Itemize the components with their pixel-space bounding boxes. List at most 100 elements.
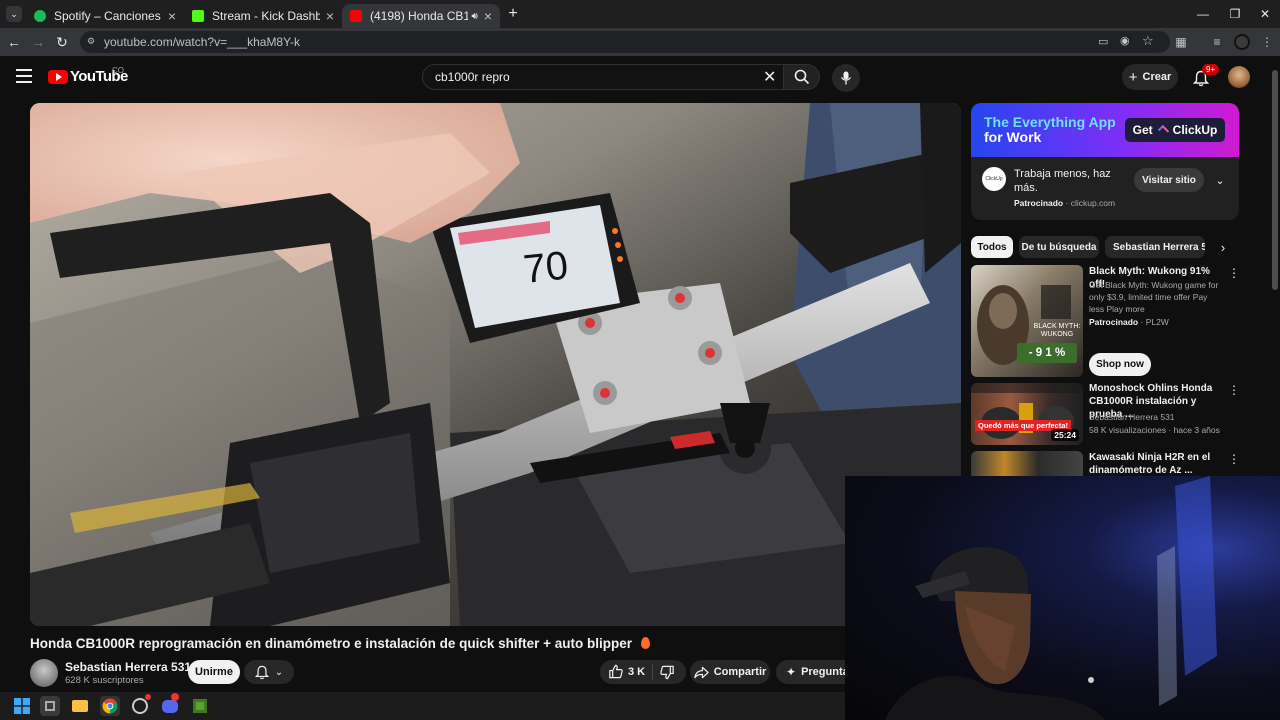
join-button[interactable]: Unirme [188,660,240,684]
like-divider [652,664,653,680]
ask-button[interactable]: ✦ Preguntar [776,660,856,684]
reload-button[interactable]: ↻ [52,32,72,52]
speaker-icon[interactable]: 🔊︎ [472,11,478,22]
clear-search-icon[interactable]: ✕ [763,67,776,87]
spotify-icon [34,10,46,22]
rec-sponsor-line: Patrocinado · PL2W [1089,317,1169,327]
video-player[interactable]: 70 [30,103,961,626]
rec-title[interactable]: Kawasaki Ninja H2R en el dinamómetro de … [1089,451,1223,477]
like-dislike-group: 3 K [600,660,686,684]
url-text: youtube.com/watch?v=___khaM8Y-k [104,35,301,49]
sponsored-label: Patrocinado [1089,317,1139,327]
channel-avatar[interactable] [30,659,58,687]
close-tab-icon[interactable]: × [168,8,176,24]
youtube-logo-icon[interactable] [48,70,68,84]
forward-button[interactable]: → [28,32,48,52]
rec-thumbnail-wukong[interactable]: BLACK MYTH: WUKONG - 9 1 % [971,265,1083,377]
hide-eye-icon[interactable]: ◉ [1120,34,1130,47]
ad-description: Trabaja menos, haz más. [1014,168,1111,194]
youtube-icon [350,10,362,22]
tab-title: Spotify – Canciones que te gustan [54,9,162,23]
close-window-button[interactable]: ✕ [1248,0,1280,28]
share-button[interactable]: Compartir [690,660,770,684]
search-input[interactable]: cb1000r repro ✕ [422,64,784,90]
search-icon [794,69,809,85]
ad-cta-brand: ClickUp [1172,123,1218,137]
more-options-icon[interactable]: ⋮ [1228,451,1240,467]
sponsored-label: Patrocinado [1014,198,1064,208]
youtube-header: YouTube CO cb1000r repro ✕ + Crear 9+ [0,56,1270,98]
video-title: Honda CB1000R reprogramación en dinamóme… [30,636,650,651]
ad-cta-button[interactable]: Get ClickUp [1125,118,1225,142]
tab-search-button[interactable]: ⌄ [6,6,22,22]
webcam-overlay [845,476,1280,720]
new-tab-button[interactable]: + [504,5,522,23]
bell-icon [254,665,269,679]
address-bar[interactable]: ⚙ youtube.com/watch?v=___khaM8Y-k ▭ ◉ ☆ [80,31,1170,53]
extensions-icon[interactable]: ▦ [1172,33,1190,51]
create-label: Crear [1142,71,1172,83]
channel-name[interactable]: Sebastian Herrera 531 [65,660,191,674]
chip-from-search[interactable]: De tu búsqueda [1019,236,1099,258]
create-button[interactable]: + Crear [1122,64,1178,90]
share-label: Compartir [713,666,767,678]
chrome-icon[interactable] [100,696,120,716]
account-avatar[interactable] [1228,66,1250,88]
more-options-icon[interactable]: ⋮ [1228,382,1240,398]
voice-search-button[interactable] [832,64,860,92]
shop-now-button[interactable]: Shop now [1089,353,1151,376]
chevron-down-icon[interactable]: ⌄ [1212,172,1228,188]
ad-cta-label: Get [1132,123,1153,137]
search-button[interactable] [784,64,820,90]
advertiser-logo[interactable]: ClickUp [982,167,1006,191]
tab-kick[interactable]: Stream - Kick Dashboard × [184,4,342,28]
kick-icon [192,10,204,22]
back-button[interactable]: ← [4,32,24,52]
chrome-logo [102,698,118,714]
close-tab-icon[interactable]: × [326,8,334,24]
media-controls-icon[interactable]: ≡ [1208,33,1226,51]
visit-site-button[interactable]: Visitar sitio [1134,168,1204,192]
sponsored-ad-card[interactable]: The Everything App for Work Get ClickUp … [971,103,1239,220]
discord-badge [171,693,179,701]
ad-banner[interactable]: The Everything App for Work Get ClickUp [971,103,1239,157]
app-icon-tool[interactable] [40,696,60,716]
profile-avatar[interactable] [1234,34,1250,50]
hamburger-menu-icon[interactable] [16,69,32,83]
browser-toolbar: ← → ↻ ⚙ youtube.com/watch?v=___khaM8Y-k … [0,28,1280,56]
site-info-icon[interactable]: ⚙ [87,36,99,48]
ad-headline-2: for Work [984,129,1042,145]
chevron-right-icon[interactable]: › [1214,238,1232,256]
subscribe-bell-button[interactable]: ⌄ [244,660,294,684]
chip-channel[interactable]: Sebastian Herrera 531 [1105,236,1205,258]
advertiser-name: PL2W [1145,317,1169,327]
rec-thumbnail-ohlins[interactable]: Quedó más que perfecta! 25:24 [971,383,1083,445]
browser-menu-icon[interactable]: ⋮ [1258,33,1276,51]
rec-channel[interactable]: Sebastian Herrera 531 [1089,411,1175,423]
dislike-button[interactable] [660,665,675,683]
chip-all[interactable]: Todos [971,236,1013,258]
video-duration: 25:24 [1051,429,1079,441]
ad-headline-1: The Everything App [984,114,1116,130]
cast-icon[interactable]: ▭ [1098,35,1108,48]
close-tab-icon[interactable]: × [484,8,492,24]
rec-description: Get Black Myth: Wukong game for only $3.… [1089,280,1219,314]
tab-title: Stream - Kick Dashboard [212,9,320,23]
tab-title: (4198) Honda CB1000R reprogramación [370,9,468,23]
maximize-button[interactable]: ❐ [1218,0,1252,28]
windows-start-icon[interactable] [12,696,32,716]
minimize-button[interactable]: — [1186,0,1220,28]
minecraft-icon[interactable] [190,696,210,716]
notification-dot [145,694,151,700]
rec-stats: 58 K visualizaciones · hace 3 años [1089,425,1220,435]
sparkle-icon: ✦ [786,665,797,679]
scrollbar-thumb[interactable] [1272,70,1278,290]
bookmark-star-icon[interactable]: ☆ [1142,33,1154,49]
more-options-icon[interactable]: ⋮ [1228,265,1240,281]
file-explorer-icon[interactable] [70,696,90,716]
tab-spotify[interactable]: Spotify – Canciones que te gustan × [26,4,184,28]
thumbs-up-icon [609,664,623,679]
chevron-down-icon: ⌄ [274,666,284,678]
like-button[interactable]: 3 K [608,664,645,679]
tab-youtube[interactable]: (4198) Honda CB1000R reprogramación 🔊︎ × [342,4,500,28]
